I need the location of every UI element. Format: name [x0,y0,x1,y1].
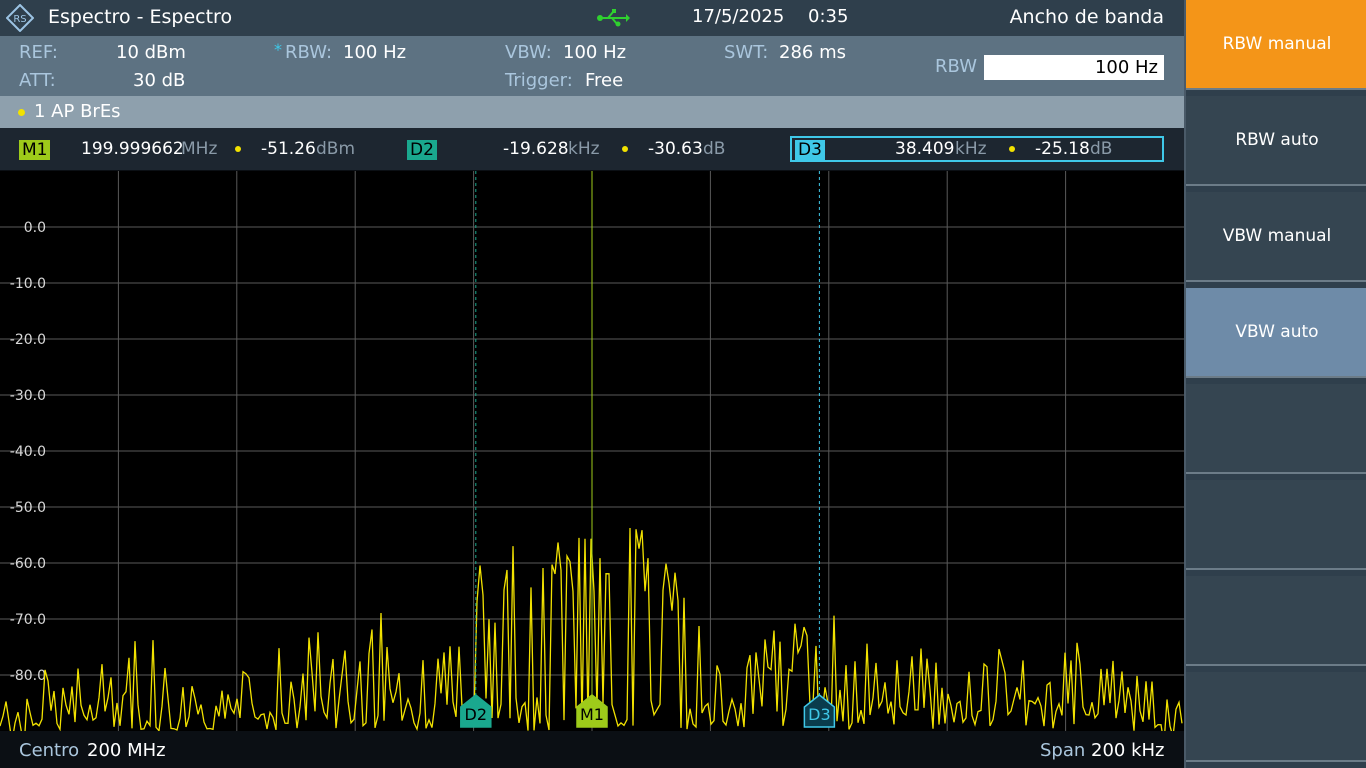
marker-m1-dot [235,146,241,152]
swt-label: SWT: [724,42,769,63]
marker-m1-freq-unit: MHz [181,139,218,159]
window-title: Espectro - Espectro [48,6,233,28]
marker-tag-label-m1: M1 [580,705,604,724]
y-tick-label: -40.0 [10,444,46,460]
marker-m1-badge[interactable]: M1 [19,140,51,160]
marker-tag-label-d3: D3 [808,705,831,724]
marker-m1-level-unit: dBm [316,139,356,159]
svg-text:RS: RS [13,14,26,25]
y-tick-label: -80.0 [10,668,46,684]
center-value[interactable]: 200 MHz [87,740,166,761]
date-readout: 17/5/2025 [692,6,785,27]
marker-d2-freq: -19.628 [503,139,569,159]
y-tick-label: -70.0 [10,612,46,628]
marker-m1-freq: 199.999662 [81,139,184,159]
center-label: Centro [19,740,80,761]
marker-d2-level: -30.63 [648,139,703,159]
rbw-label: RBW: [285,42,333,63]
swt-value[interactable]: 286 ms [779,42,846,63]
y-tick-label: -50.0 [10,500,46,516]
marker-tag-label-d2: D2 [465,705,488,724]
softkey-empty-8[interactable] [1186,672,1366,762]
marker-d3-badge[interactable]: D3 [795,140,825,160]
rbw-input-label: RBW [935,56,978,77]
att-value[interactable]: 30 dB [133,70,185,91]
usb-icon [597,9,630,27]
marker-d3-freq: 38.409 [895,139,955,159]
vbw-value[interactable]: 100 Hz [563,42,626,63]
y-tick-label: -30.0 [10,388,46,404]
y-tick-label: 0.0 [24,220,46,236]
marker-d3-level: -25.18 [1035,139,1090,159]
time-readout: 0:35 [808,6,849,27]
marker-d2-freq-unit: kHz [568,139,600,159]
y-axis-ticks: 0.0 -10.0 -20.0 -30.0 -40.0 -50.0 -60.0 -70.0 -8… [10,220,46,684]
span-label: Span [1040,740,1086,761]
softkey-rbw-auto[interactable]: RBW auto [1186,96,1366,186]
rbw-input[interactable] [984,55,1164,80]
marker-d3-freq-unit: kHz [955,139,987,159]
marker-lines: D2 M1 D3 [460,171,836,728]
softkey-empty-7[interactable] [1186,576,1366,666]
softkey-empty-6[interactable] [1186,480,1366,570]
softkey-rbw-manual[interactable]: RBW manual [1186,0,1366,90]
marker-d3-dot [1009,146,1015,152]
marker-d2-level-unit: dB [703,139,726,159]
softkey-vbw-auto[interactable]: VBW auto [1186,288,1366,378]
vbw-label: VBW: [505,42,552,63]
marker-d2-badge[interactable]: D2 [407,140,437,160]
spectrum-plot[interactable]: 0.0 -10.0 -20.0 -30.0 -40.0 -50.0 -60.0 -70.0 -8… [0,171,1184,731]
softkey-panel: RBW manual RBW auto VBW manual VBW auto [1184,0,1366,768]
bandwidth-panel-header: Ancho de banda [864,0,1184,36]
footer-bar [0,731,1184,768]
y-tick-label: -10.0 [10,276,46,292]
rbw-value[interactable]: 100 Hz [343,42,406,63]
marker-d2-dot [622,146,628,152]
rbw-manual-indicator: * [274,40,282,59]
att-label: ATT: [19,70,56,91]
bandwidth-panel-title: Ancho de banda [1009,6,1164,28]
trace-color-dot [18,109,25,116]
marker-m1-level: -51.26 [261,139,316,159]
ref-value[interactable]: 10 dBm [116,42,186,63]
y-tick-label: -60.0 [10,556,46,572]
ref-label: REF: [19,42,58,63]
softkey-empty-5[interactable] [1186,384,1366,474]
softkey-vbw-manual[interactable]: VBW manual [1186,192,1366,282]
trace-label[interactable]: 1 AP BrEs [34,101,121,122]
trace-bar [0,96,1184,128]
trigger-value[interactable]: Free [585,70,623,91]
y-tick-label: -20.0 [10,332,46,348]
trigger-label: Trigger: [505,70,573,91]
marker-d3-level-unit: dB [1090,139,1113,159]
rs-logo-icon: RS [6,4,34,32]
span-value[interactable]: 200 kHz [1091,740,1165,761]
